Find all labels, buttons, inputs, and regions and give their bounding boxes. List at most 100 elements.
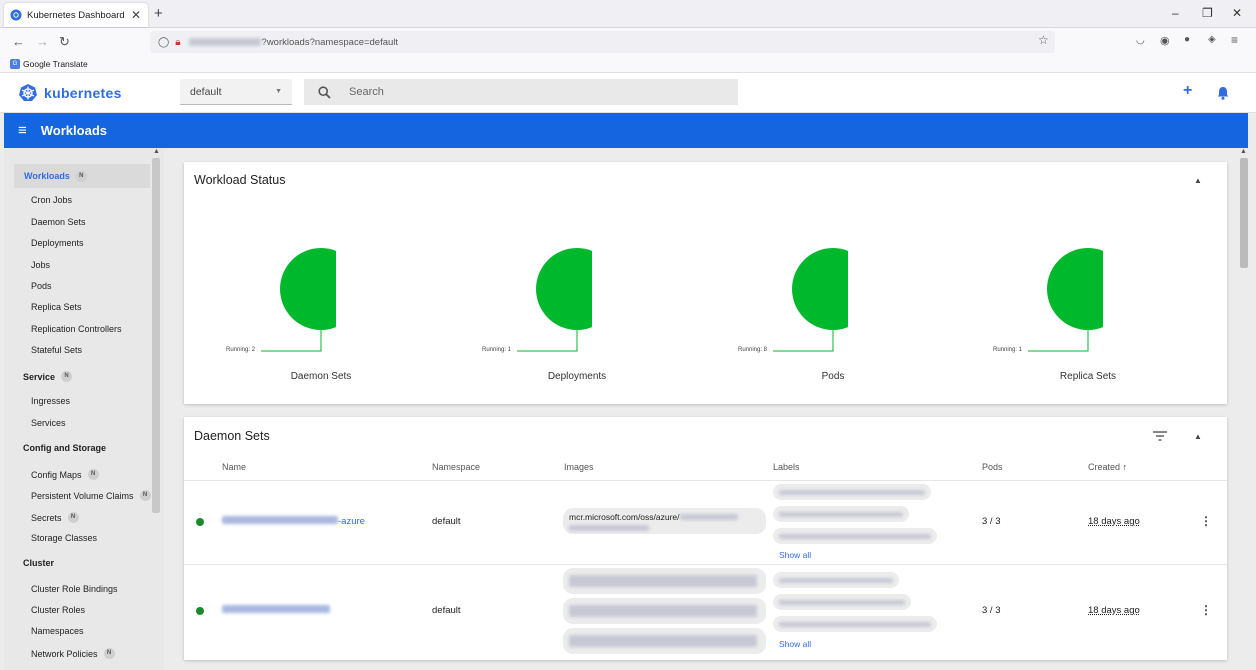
namespaced-badge-icon: N: [67, 512, 79, 523]
create-plus-icon[interactable]: +: [1183, 82, 1192, 100]
sidebar-item-service[interactable]: Service N: [23, 371, 73, 382]
image-chip: mcr.microsoft.com/oss/azure/: [563, 508, 766, 534]
sidebar-item-config-maps[interactable]: Config Maps N: [31, 469, 99, 480]
translate-icon: G: [10, 59, 20, 69]
collapse-workload-status-icon[interactable]: ▲: [1194, 176, 1202, 185]
label-chip: [773, 572, 899, 588]
sidebar-item-pods[interactable]: Pods: [31, 281, 52, 291]
sidebar-item-deployments[interactable]: Deployments: [31, 238, 84, 248]
pocket-icon[interactable]: ◡: [1136, 35, 1145, 46]
reload-icon[interactable]: ↻: [59, 34, 70, 50]
filter-icon[interactable]: [1153, 431, 1167, 441]
sidebar-item-daemon-sets[interactable]: Daemon Sets: [31, 217, 86, 227]
sidebar-item-cluster[interactable]: Cluster: [23, 558, 54, 568]
kubernetes-wheel-icon: [19, 84, 37, 101]
url-bar[interactable]: ◯ 🔒︎ ?workloads?namespace=default: [150, 31, 1055, 53]
namespace-value: default: [190, 85, 222, 98]
sidebar-item-persistent-volume-claims[interactable]: Persistent Volume Claims N: [31, 490, 151, 501]
shield-extension-icon[interactable]: ◈: [1208, 34, 1216, 45]
column-header-namespace[interactable]: Namespace: [432, 462, 480, 472]
namespace-cell: default: [432, 605, 461, 616]
sidebar-item-config-and-storage[interactable]: Config and Storage: [23, 443, 106, 453]
namespaced-badge-icon: N: [87, 469, 99, 480]
daemon-set-name-link[interactable]: -azure: [222, 516, 365, 527]
browser-tab[interactable]: Kubernetes Dashboard ✕: [4, 3, 148, 27]
url-host-redacted: [188, 38, 261, 46]
row-actions-kebab-icon[interactable]: ⋮: [1200, 603, 1212, 617]
sidebar-item-label: Cluster Roles: [31, 605, 86, 615]
dropdown-arrow-icon: ▼: [275, 88, 282, 95]
minimize-icon[interactable]: –: [1172, 6, 1179, 20]
profile-icon[interactable]: ●: [1184, 34, 1190, 45]
back-icon[interactable]: ←: [12, 34, 25, 49]
sidebar-item-label: Config and Storage: [23, 443, 106, 453]
sidebar-item-cluster-roles[interactable]: Cluster Roles: [31, 605, 85, 615]
sidebar-item-label: Persistent Volume Claims: [31, 490, 134, 501]
app-menu-icon[interactable]: ≡: [1231, 33, 1238, 47]
sidebar-item-secrets[interactable]: Secrets N: [31, 512, 79, 523]
sidebar-item-label: Network Policies: [31, 648, 98, 659]
kubernetes-logo[interactable]: kubernetes: [18, 83, 122, 103]
extension-icon[interactable]: ◉: [1160, 34, 1170, 47]
label-chip: [773, 594, 911, 610]
sidebar-item-label: Namespaces: [31, 626, 84, 636]
column-header-pods: Pods: [982, 462, 1003, 472]
logo-text: kubernetes: [44, 85, 122, 101]
sidebar-item-network-policies[interactable]: Network Policies N: [31, 648, 115, 659]
new-tab-icon[interactable]: +: [154, 5, 163, 22]
show-all-labels-link[interactable]: Show all: [779, 639, 811, 649]
main-scrollbar[interactable]: [1240, 158, 1248, 268]
sidebar-item-cluster-role-bindings[interactable]: Cluster Role Bindings: [31, 584, 118, 594]
sidebar-item-namespaces[interactable]: Namespaces: [31, 626, 84, 636]
sidebar-item-ingresses[interactable]: Ingresses: [31, 396, 70, 406]
daemon-sets-title: Daemon Sets: [194, 429, 270, 443]
running-count-label: Running: 8: [738, 347, 768, 353]
running-leader-line: [1028, 330, 1089, 352]
workload-pie-label: Daemon Sets: [290, 371, 352, 382]
column-header-created[interactable]: Created ↑: [1088, 462, 1127, 472]
show-all-labels-link[interactable]: Show all: [779, 550, 811, 560]
sidebar-item-replica-sets[interactable]: Replica Sets: [31, 302, 82, 312]
search-input[interactable]: Search: [304, 79, 738, 105]
daemon-set-name-link[interactable]: [222, 605, 330, 616]
sidebar-item-services[interactable]: Services: [31, 418, 66, 428]
sidebar-item-storage-classes[interactable]: Storage Classes: [31, 533, 97, 543]
namespaced-badge-icon: N: [75, 170, 87, 182]
sidebar-item-label: Replication Controllers: [31, 324, 122, 334]
sidebar-item-label: Workloads: [24, 171, 70, 181]
bookmark-google-translate[interactable]: Google Translate: [23, 59, 88, 69]
tab-title: Kubernetes Dashboard: [27, 9, 125, 21]
bookmarks-bar: G Google Translate: [0, 56, 1256, 73]
notifications-bell-icon[interactable]: [1217, 86, 1229, 100]
sidebar-item-label: Cron Jobs: [31, 195, 73, 205]
namespace-select[interactable]: default ▼: [180, 79, 292, 105]
status-running-icon: [196, 607, 204, 615]
row-actions-kebab-icon[interactable]: ⋮: [1200, 514, 1212, 528]
forward-icon[interactable]: →: [36, 34, 49, 49]
main-scroll-up-icon[interactable]: ▲: [1240, 148, 1247, 155]
image-prefix: mcr.microsoft.com/oss/azure/: [569, 512, 680, 522]
bookmark-star-icon[interactable]: ☆: [1038, 33, 1049, 47]
namespace-cell: default: [432, 516, 461, 527]
sidebar-item-workloads[interactable]: Workloads N: [14, 164, 150, 188]
sidebar-item-replication-controllers[interactable]: Replication Controllers: [31, 324, 122, 334]
status-running-icon: [196, 518, 204, 526]
sidebar-item-label: Secrets: [31, 512, 62, 523]
tab-close-icon[interactable]: ✕: [130, 8, 142, 22]
sidebar-item-cron-jobs[interactable]: Cron Jobs: [31, 195, 72, 205]
close-window-icon[interactable]: ✕: [1232, 6, 1242, 20]
maximize-icon[interactable]: ❐: [1202, 6, 1213, 20]
hamburger-menu-icon[interactable]: ≡: [18, 122, 27, 139]
sidebar-scroll-up-icon[interactable]: ▲: [153, 148, 160, 155]
image-redacted-line: [569, 525, 649, 531]
collapse-daemon-sets-icon[interactable]: ▲: [1194, 432, 1202, 441]
sidebar-item-jobs[interactable]: Jobs: [31, 260, 50, 270]
sidebar-scrollbar[interactable]: [152, 158, 160, 513]
tracking-shield-icon: ◯: [158, 36, 170, 48]
daemon-set-name-suffix: -azure: [338, 516, 365, 527]
image-text: mcr.microsoft.com/oss/azure/: [569, 512, 738, 522]
sidebar-item-stateful-sets[interactable]: Stateful Sets: [31, 345, 82, 355]
running-leader-line: [261, 330, 322, 352]
label-chip: [773, 616, 937, 632]
column-header-name[interactable]: Name: [222, 462, 246, 472]
